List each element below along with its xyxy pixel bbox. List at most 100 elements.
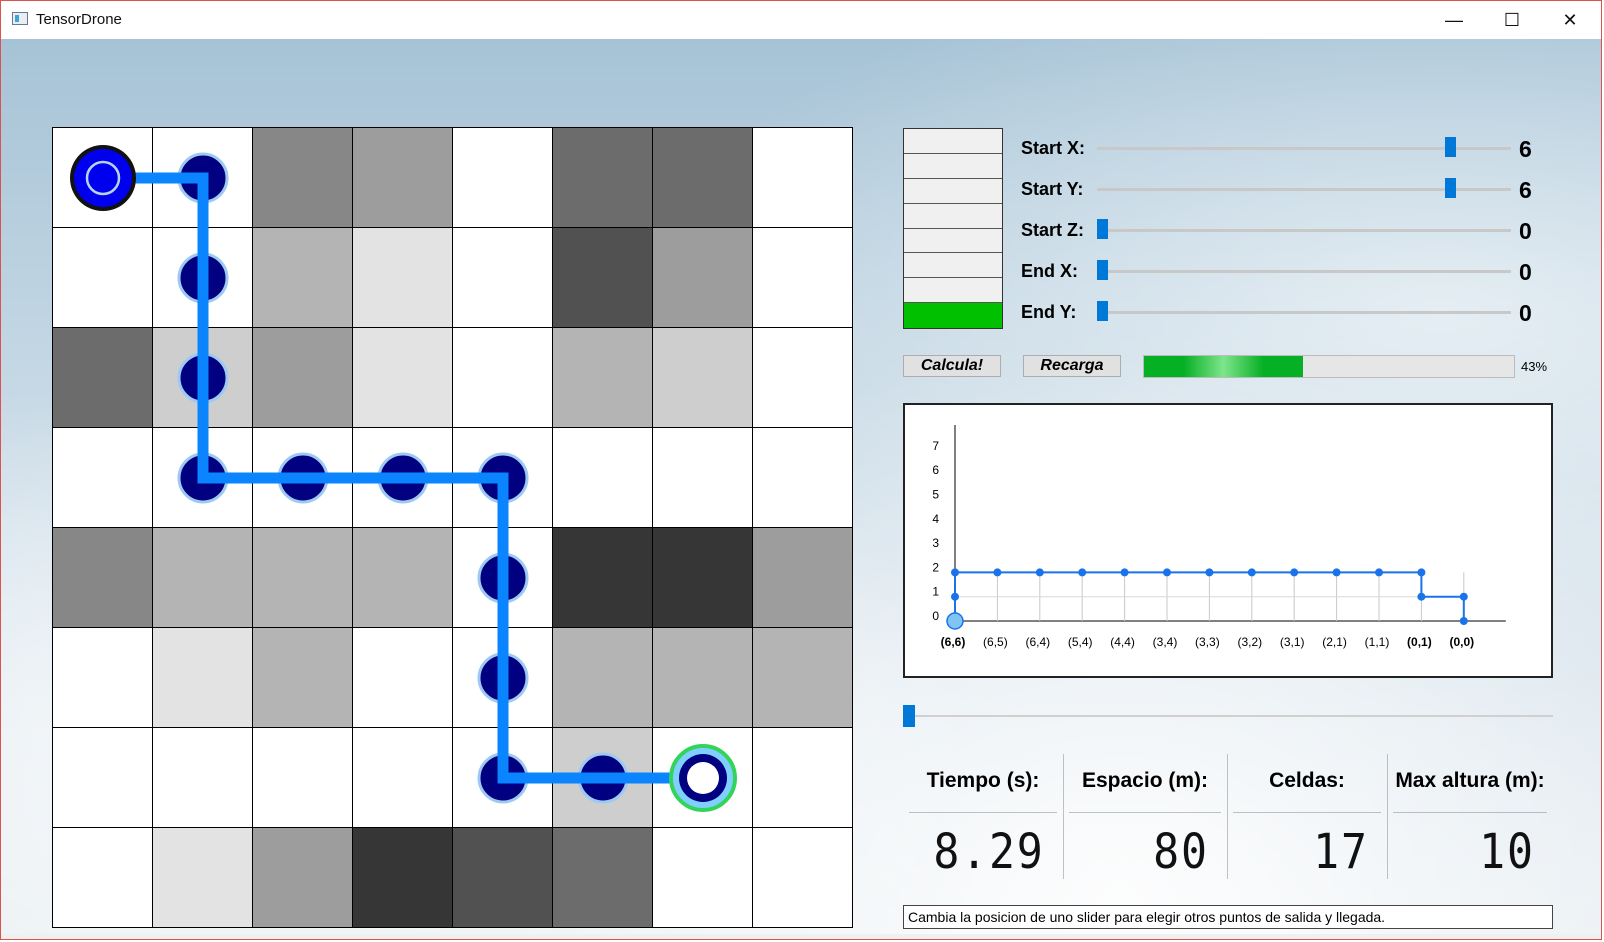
- altitude-point: [1205, 568, 1214, 577]
- stat-block: Max altura (m): 10: [1387, 754, 1553, 880]
- stat-label: Max altura (m):: [1395, 769, 1545, 792]
- maximize-button[interactable]: ☐: [1483, 1, 1541, 39]
- y-tick-label: 1: [932, 585, 939, 599]
- altitude-point: [1163, 568, 1171, 577]
- slider-label: Start Y:: [1021, 179, 1084, 199]
- x-tick-label: (0,0): [1449, 635, 1474, 649]
- altitude-point: [1035, 568, 1044, 577]
- slider-label: End Y:: [1021, 302, 1077, 322]
- slider-value: 0: [1519, 300, 1532, 326]
- y-tick-label: 6: [932, 463, 939, 477]
- level-cell: [904, 178, 1002, 204]
- slider-thumb[interactable]: [1097, 219, 1108, 239]
- altitude-point: [1375, 568, 1383, 577]
- x-tick-label: (3,1): [1280, 635, 1305, 649]
- stat-block: Tiempo (s): 8.29: [903, 754, 1063, 880]
- slider-label: Start X:: [1021, 138, 1086, 158]
- level-cell: [904, 278, 1002, 304]
- y-tick-label: 5: [932, 488, 939, 502]
- altitude-point: [1332, 568, 1341, 577]
- slider-thumb[interactable]: [1444, 137, 1456, 157]
- x-tick-label: (0,1): [1407, 635, 1432, 649]
- altitude-point: [1417, 568, 1426, 577]
- stat-lcd-value: 10: [1479, 824, 1535, 880]
- progress-bar: [1143, 355, 1515, 378]
- x-tick-label: (1,1): [1365, 635, 1390, 649]
- x-tick-label: (3,4): [1153, 635, 1178, 649]
- stat-block: Celdas: 17: [1227, 754, 1387, 880]
- stat-block: Espacio (m): 80: [1063, 754, 1227, 880]
- altitude-point: [1120, 568, 1129, 577]
- status-message: Cambia la posicion de uno slider para el…: [903, 905, 1553, 929]
- altitude-point: [1459, 592, 1468, 601]
- slider-thumb[interactable]: [1097, 260, 1108, 280]
- x-tick-label: (6,6): [941, 635, 966, 649]
- x-tick-label: (4,4): [1110, 635, 1135, 649]
- slider-thumb[interactable]: [1097, 301, 1108, 321]
- title-bar: TensorDrone — ☐ ✕: [1, 1, 1601, 39]
- altitude-point: [1247, 568, 1256, 577]
- minimize-button[interactable]: —: [1425, 1, 1483, 39]
- stat-lcd-value: 17: [1313, 824, 1369, 880]
- stat-label: Espacio (m):: [1081, 769, 1209, 792]
- stat-lcd-value: 80: [1153, 824, 1209, 880]
- y-tick-label: 2: [932, 560, 939, 574]
- y-tick-label: 7: [932, 439, 939, 453]
- slider-track[interactable]: [1097, 229, 1511, 232]
- slider-label: Start Z:: [1021, 220, 1084, 240]
- x-tick-label: (6,4): [1025, 635, 1050, 649]
- slider-value: 0: [1519, 218, 1532, 244]
- level-cell: [904, 228, 1002, 254]
- altitude-point: [993, 568, 1002, 577]
- timeline-slider-thumb[interactable]: [903, 705, 915, 727]
- y-tick-label: 0: [932, 609, 939, 623]
- altitude-level-indicator: [903, 128, 1003, 329]
- x-tick-label: (3,3): [1195, 635, 1220, 649]
- client-area: Start X: 6 Start Y: 6 Start Z: 0 End X: 0 End Y:…: [1, 39, 1601, 939]
- altitude-chart: 0 1 2 3 4 5 6 7 (6,6) (6,5) (6,4) (5,4) (4,4) (3,4) (3…: [903, 403, 1553, 678]
- slider-track[interactable]: [1097, 270, 1511, 273]
- progress-percent: 43%: [1521, 359, 1548, 374]
- progress-fill: [1144, 356, 1304, 377]
- slider-row: Start Y: 6: [1021, 174, 1541, 204]
- stat-divider: [1069, 812, 1221, 813]
- slider-value: 0: [1519, 259, 1532, 285]
- slider-row: Start Z: 0: [1021, 215, 1541, 245]
- altitude-point: [951, 592, 959, 601]
- altitude-point: [1290, 568, 1299, 577]
- level-cell: [904, 203, 1002, 229]
- altitude-point: [1417, 592, 1426, 601]
- altitude-point: [1459, 617, 1468, 625]
- stats-panel: Tiempo (s): 8.29 Espacio (m): 80 Celdas: 17 Ma…: [903, 754, 1553, 880]
- stat-label: Tiempo (s):: [926, 769, 1040, 792]
- app-window: TensorDrone — ☐ ✕ Start X: 6 Start Y: 6 Star…: [0, 0, 1602, 940]
- altitude-start-point: [946, 612, 964, 630]
- calcula-button[interactable]: Calcula!: [903, 355, 1001, 377]
- stat-divider: [1393, 812, 1547, 813]
- stat-divider: [1233, 812, 1381, 813]
- slider-value: 6: [1519, 177, 1532, 203]
- close-button[interactable]: ✕: [1541, 1, 1599, 39]
- x-tick-label: (3,2): [1237, 635, 1262, 649]
- level-cell: [904, 303, 1002, 328]
- altitude-point: [951, 568, 959, 577]
- level-cell: [904, 129, 1002, 154]
- slider-row: End Y: 0: [1021, 297, 1541, 327]
- level-cell: [904, 253, 1002, 279]
- status-bar: [1, 934, 1601, 939]
- window-title: TensorDrone: [36, 11, 122, 28]
- x-tick-label: (6,5): [983, 635, 1008, 649]
- timeline-track[interactable]: [903, 715, 1553, 717]
- x-tick-label: (5,4): [1068, 635, 1093, 649]
- slider-value: 6: [1519, 136, 1532, 162]
- altitude-chart-svg: 0 1 2 3 4 5 6 7 (6,6) (6,5) (6,4) (5,4) (4,4) (3,4) (3…: [932, 425, 1506, 649]
- end-marker-center: [687, 762, 719, 794]
- slider-row: End X: 0: [1021, 256, 1541, 286]
- slider-track[interactable]: [1097, 311, 1511, 314]
- stat-label: Celdas:: [1269, 769, 1345, 792]
- stat-lcd-value: 8.29: [933, 824, 1045, 880]
- stat-divider: [909, 812, 1057, 813]
- slider-thumb[interactable]: [1444, 178, 1456, 198]
- slider-label: End X:: [1021, 261, 1078, 281]
- recarga-button[interactable]: Recarga: [1023, 355, 1121, 377]
